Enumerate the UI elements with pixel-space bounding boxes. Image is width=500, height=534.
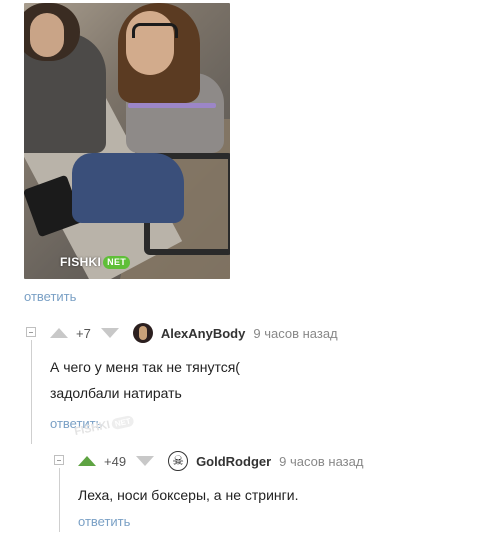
comment-username[interactable]: AlexAnyBody [161, 326, 246, 341]
thread-line [59, 468, 60, 532]
comment-header: +7 AlexAnyBody 9 часов назад [50, 323, 338, 343]
comment-line: задолбали натирать [50, 385, 182, 401]
comment-username[interactable]: GoldRodger [196, 454, 271, 469]
comment-body: Леха, носи боксеры, а не стринги. [78, 485, 298, 505]
comment-page: FISHKI NET ответить +7 AlexAnyBody 9 час… [0, 0, 500, 534]
watermark-suffix: NET [103, 255, 131, 269]
fishki-watermark-logo: FISHKI NET [60, 255, 131, 269]
photo-glasses [132, 23, 178, 38]
post-reply-link[interactable]: ответить [24, 289, 76, 304]
comment-reply-link[interactable]: ответить [78, 514, 130, 529]
photo-face-main [126, 11, 174, 75]
upvote-icon[interactable] [78, 456, 96, 466]
downvote-icon[interactable] [100, 328, 119, 338]
comment-time: 9 часов назад [279, 453, 364, 469]
watermark-brand: FISHKI [60, 255, 102, 269]
comment-line: Леха, носи боксеры, а не стринги. [78, 487, 299, 503]
stamp-suffix: NET [110, 414, 135, 430]
photo-face-left [30, 13, 64, 57]
comment-score: +7 [76, 325, 91, 341]
comment-score: +49 [104, 453, 127, 469]
photo-band [128, 103, 216, 108]
pirate-skull-avatar-icon[interactable]: ☠ [168, 451, 189, 471]
collapse-thread-button[interactable] [54, 455, 64, 465]
comment-body: А чего у меня так не тянутся( задолбали … [50, 357, 240, 403]
user-avatar-dark-icon[interactable] [132, 323, 153, 343]
downvote-icon[interactable] [136, 456, 155, 466]
post-photo[interactable]: FISHKI NET [24, 3, 230, 279]
thread-line [31, 340, 32, 444]
photo-jeans [72, 153, 184, 223]
comment-time: 9 часов назад [253, 325, 338, 341]
collapse-thread-button[interactable] [26, 327, 36, 337]
comment-line: А чего у меня так не тянутся( [50, 359, 240, 375]
comment-header: +49 ☠ GoldRodger 9 часов назад [78, 451, 364, 471]
upvote-icon[interactable] [50, 328, 68, 338]
